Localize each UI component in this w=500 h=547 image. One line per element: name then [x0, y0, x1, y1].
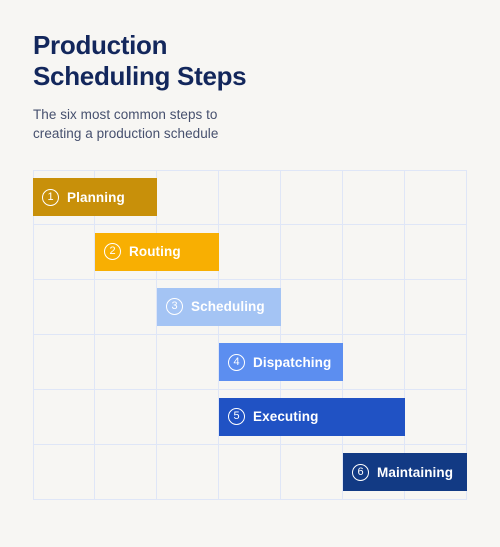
gantt-bar-dispatching[interactable]: 4 Dispatching — [219, 343, 343, 381]
gantt-bar-label: Scheduling — [191, 299, 265, 315]
step-number-badge: 1 — [42, 188, 59, 206]
header-block: Production Scheduling Steps The six most… — [33, 30, 473, 143]
step-number-badge: 5 — [228, 408, 245, 426]
chart-bars: 1 Planning 2 Routing 3 Scheduling 4 Dispatching… — [33, 170, 467, 500]
gantt-bar-label: Maintaining — [377, 464, 454, 480]
gantt-bar-label: Executing — [253, 409, 319, 425]
step-number-badge: 2 — [104, 243, 121, 261]
page-title: Production Scheduling Steps — [33, 30, 247, 91]
gantt-bar-planning[interactable]: 1 Planning — [33, 178, 157, 216]
gantt-bar-label: Dispatching — [253, 354, 332, 370]
step-number-badge: 6 — [352, 463, 369, 481]
gantt-bar-label: Routing — [129, 244, 181, 260]
step-number-badge: 3 — [166, 298, 183, 316]
gantt-bar-executing[interactable]: 5 Executing — [219, 397, 405, 436]
gantt-chart: 1 Planning 2 Routing 3 Scheduling 4 Dispatching… — [33, 170, 467, 500]
step-number-badge: 4 — [228, 353, 245, 371]
gantt-bar-scheduling[interactable]: 3 Scheduling — [157, 287, 281, 326]
gantt-bar-routing[interactable]: 2 Routing — [95, 232, 219, 271]
infographic-canvas: Production Scheduling Steps The six most… — [0, 0, 500, 547]
gantt-bar-maintaining[interactable]: 6 Maintaining — [343, 453, 467, 491]
gantt-bar-label: Planning — [67, 189, 125, 205]
page-subtitle: The six most common steps to creating a … — [33, 107, 219, 141]
